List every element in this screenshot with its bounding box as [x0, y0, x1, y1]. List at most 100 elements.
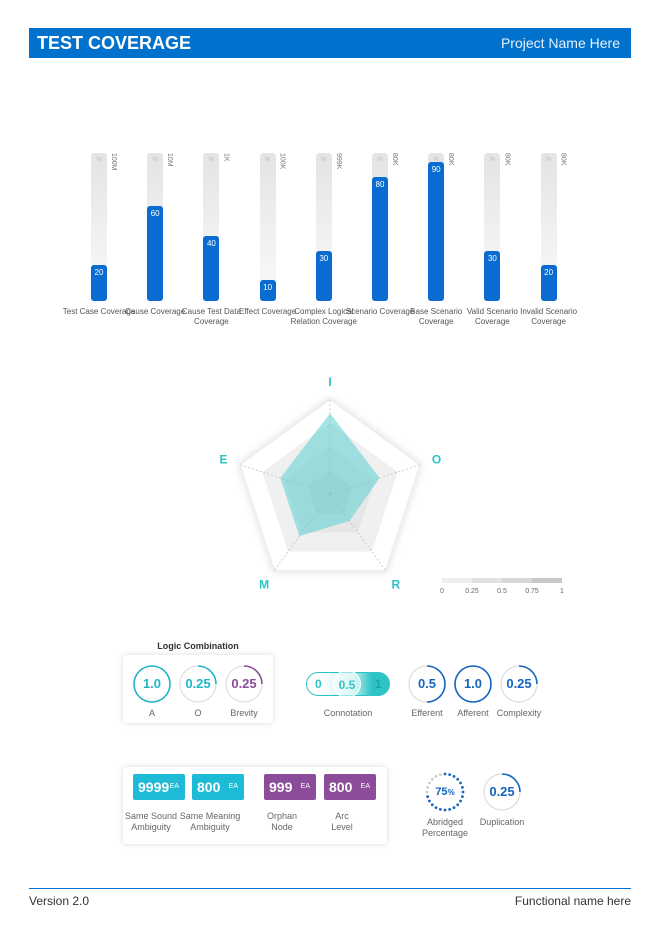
bar-track: % 10M 60 [147, 153, 173, 301]
count-unit: EA [360, 783, 370, 790]
bar-track: % 1K 40 [203, 153, 229, 301]
bar-max-label: 999K [334, 153, 342, 170]
bar-track: % 999K 30 [315, 153, 342, 301]
connotation-option-0[interactable]: 0 [315, 677, 322, 691]
functional-name: Functional name here [514, 894, 631, 908]
gauge-number: 0.5 [417, 676, 437, 691]
bar-fill: 30 [315, 250, 332, 301]
gauge-number: 0.25 [489, 784, 515, 799]
gauge-value: 75% [425, 772, 465, 812]
metric-gauge: 1.0 [453, 664, 493, 704]
bar-max-label: 80K [447, 153, 455, 166]
bar-unit-label: % [96, 157, 102, 163]
count-badge: 800 EA [324, 774, 376, 800]
count-unit: EA [228, 783, 238, 790]
bar-track: % 80K 30 [484, 153, 510, 301]
gauge-value: 1.0 [453, 664, 493, 704]
bar-max-label: 1K [222, 153, 230, 162]
count-badge: 800 EA [192, 774, 244, 800]
footer-divider [29, 888, 631, 889]
count-value: 800 [329, 779, 353, 795]
count-label-line1: Arc [335, 811, 349, 821]
bar-track: % 80K 90 [428, 153, 454, 301]
count-label-line2: Level [331, 822, 353, 832]
gauge-number: 0.25 [231, 676, 257, 691]
radar-legend-swatch [442, 578, 472, 583]
radar-legend-swatch [532, 578, 562, 583]
radar-legend-tick: 1 [560, 588, 564, 595]
gauge-number: 0.25 [506, 676, 532, 691]
bar-unit-label: % [321, 157, 327, 163]
logic-combination-title: Logic Combination [157, 641, 239, 651]
logic-gauge: 0.25 [224, 664, 264, 704]
bar-max-label: 80K [391, 153, 398, 166]
gauge-number: 75 [435, 786, 448, 798]
connotation-toggle[interactable]: 0 0.5 1 [306, 670, 390, 698]
bar-max-label: 80K [503, 153, 511, 166]
bar-unit-label: % [489, 157, 496, 163]
count-label-line2: Ambiguity [190, 822, 230, 832]
count-value: 800 [197, 779, 221, 795]
bar-track: % 80K 20 [540, 153, 567, 301]
bar-unit-label: % [152, 157, 158, 163]
gauge-value: 0.25 [499, 664, 539, 704]
bar-unit-label: % [377, 157, 383, 163]
count-label-line1: Same Meaning [179, 811, 241, 821]
connotation-option-selected[interactable]: 0.5 [333, 670, 361, 698]
gauge-number: 0.25 [185, 676, 211, 691]
bar-unit-label: % [264, 157, 271, 163]
count-unit: EA [300, 783, 310, 790]
bar-fill: 80 [372, 176, 388, 301]
count-unit: EA [169, 783, 179, 790]
metric-gauge: 0.5 [407, 664, 447, 704]
count-badge: 9999 EA [133, 774, 185, 800]
connotation-option-1[interactable]: 1 [375, 677, 382, 691]
radar-axis-label: I [328, 375, 331, 389]
header-bar: TEST COVERAGE Project Name Here [29, 28, 631, 58]
duplication-gauge: 0.25 [482, 772, 522, 812]
gauge-unit: % [447, 788, 455, 797]
radar-axis-label: O [432, 452, 441, 466]
count-value: 9999 [138, 779, 170, 795]
bar-track: % 80K 80 [372, 153, 398, 301]
bar-fill: 30 [484, 250, 501, 301]
bar-track: % 100K 10 [259, 153, 286, 301]
radar-axis-label: E [219, 452, 227, 466]
abridged-gauge: 75% [425, 772, 465, 812]
bar-track: % 100M 20 [91, 153, 117, 301]
gauge-value: 0.25 [224, 664, 264, 704]
bar-max-label: 100K [278, 153, 286, 170]
gauge-label: Complexity [496, 708, 542, 718]
radar-legend-swatch [502, 578, 532, 583]
bar-fill: 60 [147, 206, 164, 301]
metric-gauge: 0.25 [499, 664, 539, 704]
bar-fill: 20 [540, 265, 557, 301]
bar-unit-label: % [208, 157, 215, 163]
count-badge: 999 EA [264, 774, 316, 800]
radar-legend-tick: 0.5 [497, 588, 507, 595]
bar-fill: 90 [428, 161, 445, 301]
connotation-label: Connotation [323, 708, 373, 718]
gauge-value: 0.25 [482, 772, 522, 812]
bar-max-label: 80K [559, 153, 567, 166]
bar-fill: 20 [91, 265, 107, 301]
bar-unit-label: % [545, 157, 552, 163]
gauge-value: 1.0 [132, 664, 172, 704]
radar-axis-label: M [259, 578, 269, 592]
abridged-label-line2: Percentage [421, 828, 469, 838]
radar-legend-swatch [472, 578, 502, 583]
radar-axis-label: R [391, 578, 400, 592]
version-label: Version 2.0 [29, 894, 90, 908]
gauge-value: 0.5 [407, 664, 447, 704]
gauge-number: 1.0 [463, 676, 483, 691]
bar-max-label: 10M [166, 153, 174, 167]
gauge-number: 1.0 [142, 676, 162, 691]
bar-fill: 10 [259, 280, 276, 301]
duplication-label: Duplication [479, 817, 525, 827]
bar-max-label: 100M [110, 153, 117, 171]
gauge-value: 0.25 [178, 664, 218, 704]
radar-legend-tick: 0 [440, 588, 444, 595]
radar-chart: I O R M E 0 0.25 0.5 0.75 1 [219, 375, 564, 595]
count-value: 999 [269, 779, 293, 795]
logic-gauge: 0.25 [178, 664, 218, 704]
